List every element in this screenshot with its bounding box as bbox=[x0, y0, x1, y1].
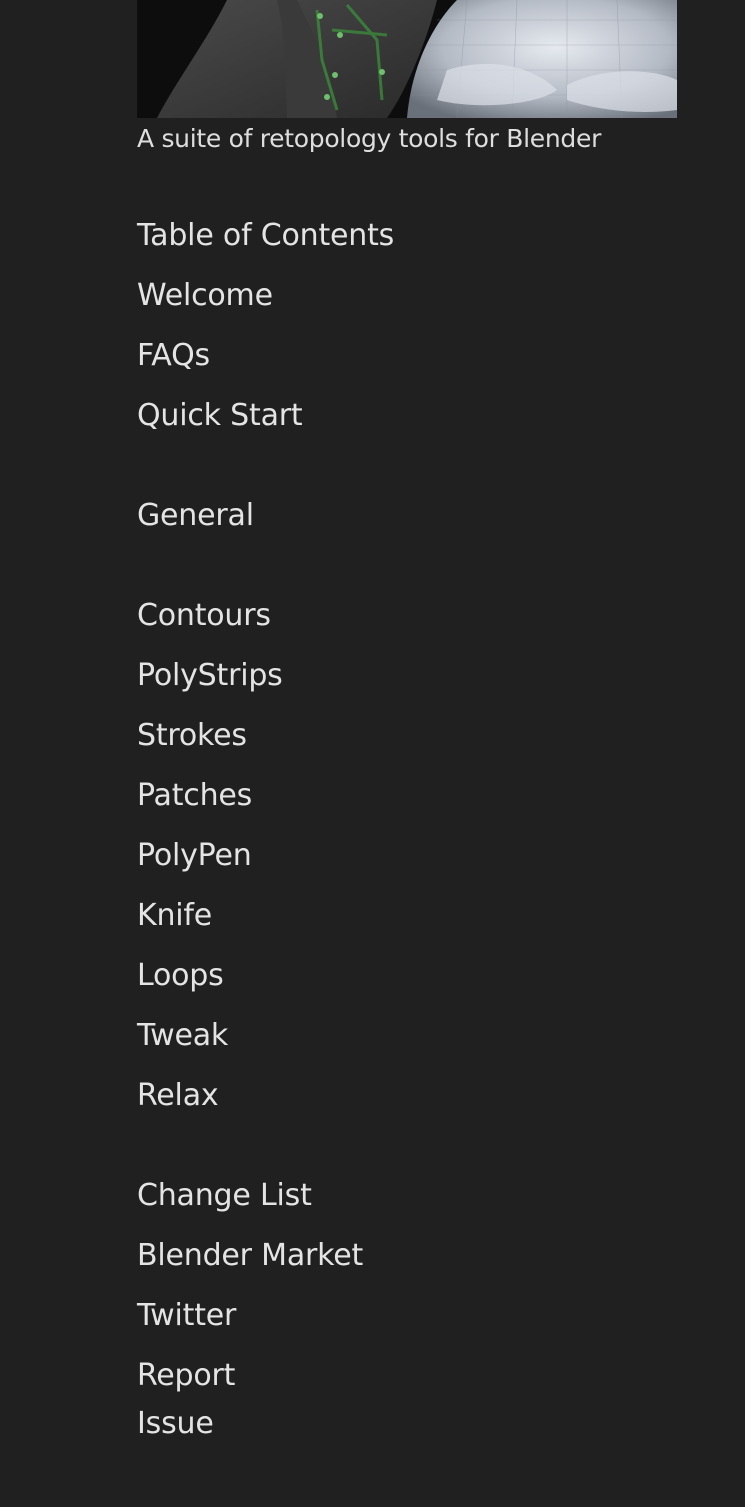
nav-report-issue[interactable]: Report Issue bbox=[137, 1352, 267, 1448]
nav-blender-market[interactable]: Blender Market bbox=[137, 1232, 363, 1280]
nav-change-list[interactable]: Change List bbox=[137, 1172, 312, 1220]
nav-table-of-contents[interactable]: Table of Contents bbox=[137, 212, 394, 260]
banner-image bbox=[137, 0, 677, 118]
nav-relax[interactable]: Relax bbox=[137, 1072, 219, 1120]
nav-tweak[interactable]: Tweak bbox=[137, 1012, 228, 1060]
nav-quick-start[interactable]: Quick Start bbox=[137, 392, 303, 440]
nav-faqs[interactable]: FAQs bbox=[137, 332, 210, 380]
nav-strokes[interactable]: Strokes bbox=[137, 712, 247, 760]
nav-welcome[interactable]: Welcome bbox=[137, 272, 273, 320]
nav-loops[interactable]: Loops bbox=[137, 952, 224, 1000]
nav-twitter[interactable]: Twitter bbox=[137, 1292, 236, 1340]
nav-polypen[interactable]: PolyPen bbox=[137, 832, 252, 880]
nav-patches[interactable]: Patches bbox=[137, 772, 252, 820]
nav-knife[interactable]: Knife bbox=[137, 892, 212, 940]
nav-general[interactable]: General bbox=[137, 492, 254, 540]
tagline: A suite of retopology tools for Blender bbox=[137, 124, 602, 153]
nav-polystrips[interactable]: PolyStrips bbox=[137, 652, 283, 700]
nav-contours[interactable]: Contours bbox=[137, 592, 271, 640]
